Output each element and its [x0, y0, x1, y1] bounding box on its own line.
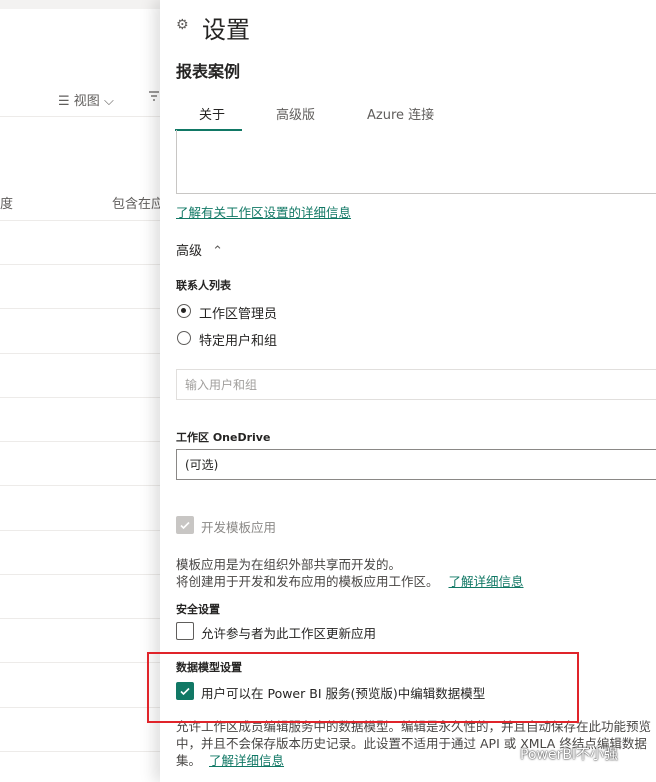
radio-label: 特定用户和组	[199, 334, 278, 349]
template-learn-more-link[interactable]: 了解详细信息	[449, 574, 524, 589]
tab-about[interactable]: 关于	[199, 104, 225, 123]
table-row	[0, 618, 165, 619]
view-button[interactable]: ☰ 视图 ⌵	[58, 90, 114, 109]
data-model-learn-more-link[interactable]: 了解详细信息	[209, 753, 284, 768]
table-row	[0, 751, 165, 752]
template-app-desc: 将创建用于开发和发布应用的模板应用工作区。 了解详细信息	[176, 574, 524, 589]
chevron-up-icon: ⌃	[212, 244, 224, 259]
template-app-label: 开发模板应用	[201, 520, 277, 535]
table-row	[0, 707, 165, 708]
security-label: 安全设置	[176, 603, 220, 616]
input-placeholder: 输入用户和组	[185, 378, 258, 392]
data-model-desc: 集。 了解详细信息	[176, 753, 285, 768]
table-row	[0, 308, 165, 309]
template-app-desc: 模板应用是为在组织外部共享而开发的。	[176, 557, 402, 572]
template-app-checkbox[interactable]	[176, 516, 194, 534]
chevron-down-icon: ⌵	[103, 94, 114, 109]
table-row	[0, 574, 165, 575]
update-app-label: 允许参与者为此工作区更新应用	[201, 626, 377, 641]
radio-specific-users[interactable]	[177, 331, 191, 345]
view-label: 视图	[73, 94, 100, 109]
filter-icon[interactable]	[148, 90, 160, 106]
watermark: PowerBI不小强	[520, 747, 619, 763]
divider	[0, 116, 165, 117]
gear-icon: ⚙	[176, 17, 189, 33]
highlight-box	[147, 652, 579, 723]
checkmark-icon	[180, 521, 190, 530]
learn-more-workspace-link[interactable]: 了解有关工作区设置的详细信息	[176, 202, 351, 221]
table-row	[0, 662, 165, 663]
update-app-checkbox[interactable]	[176, 622, 194, 640]
description-textarea[interactable]	[176, 130, 656, 194]
onedrive-label: 工作区 OneDrive	[176, 431, 271, 444]
column-header: 包含在应	[112, 197, 165, 212]
list-icon: ☰	[58, 94, 70, 109]
onedrive-value: (可选)	[185, 458, 219, 472]
table-row	[0, 397, 165, 398]
tab-premium[interactable]: 高级版	[276, 104, 315, 123]
table-row	[0, 353, 165, 354]
contact-list-label: 联系人列表	[176, 279, 231, 292]
radio-label: 工作区管理员	[199, 307, 278, 322]
onedrive-input[interactable]: (可选)	[176, 449, 656, 480]
table-row	[0, 441, 165, 442]
column-header: 度	[0, 197, 14, 212]
advanced-label: 高级	[176, 244, 203, 259]
radio-workspace-admins[interactable]	[177, 304, 191, 318]
table-row	[0, 264, 165, 265]
table-row	[0, 485, 165, 486]
advanced-toggle[interactable]: 高级 ⌃	[176, 240, 223, 259]
table-row	[0, 530, 165, 531]
workspace-name: 报表案例	[176, 62, 241, 81]
users-groups-input[interactable]: 输入用户和组	[176, 369, 656, 400]
table-row	[0, 220, 165, 221]
tab-azure-connection[interactable]: Azure 连接	[367, 104, 434, 123]
panel-title: 设置	[202, 16, 250, 44]
